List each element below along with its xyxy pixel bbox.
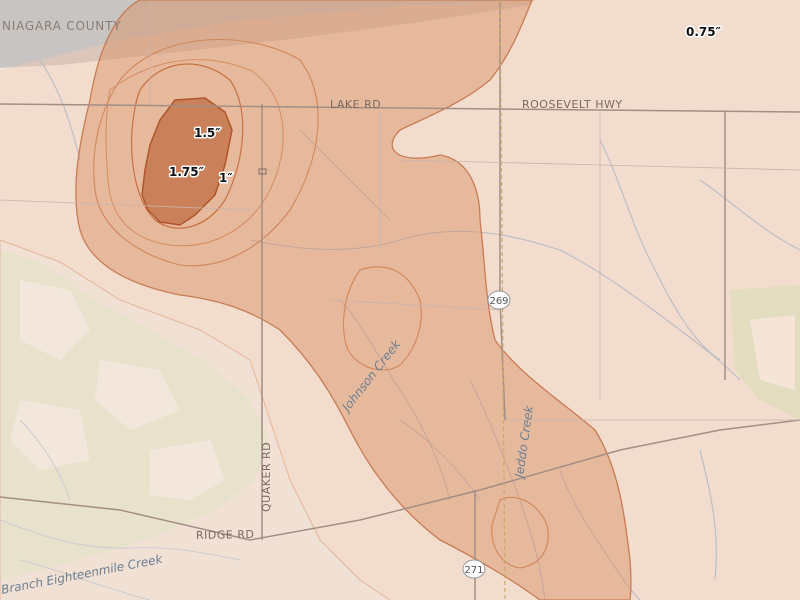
county-label: NIAGARA COUNTY [2, 19, 121, 33]
roosevelt-hwy-label: ROOSEVELT HWY [522, 98, 623, 111]
contour-label-1: 1″ [219, 171, 233, 185]
route-269-shield: 269 [487, 290, 511, 310]
precipitation-map: 269 271 NIAGARA COUNTY LAKE RD ROOSEVELT… [0, 0, 800, 600]
route-269-label: 269 [489, 296, 508, 307]
lake-rd-label: LAKE RD [330, 98, 381, 111]
contour-label-1-5: 1.5″ [194, 126, 221, 140]
route-271-shield: 271 [462, 559, 486, 579]
quaker-rd-label: QUAKER RD [260, 442, 273, 512]
ridge-rd-label: RIDGE RD [196, 528, 255, 542]
contour-label-1-75: 1.75″ [169, 165, 205, 179]
route-271-label: 271 [464, 565, 483, 576]
contour-label-0-75: 0.75″ [686, 25, 722, 39]
